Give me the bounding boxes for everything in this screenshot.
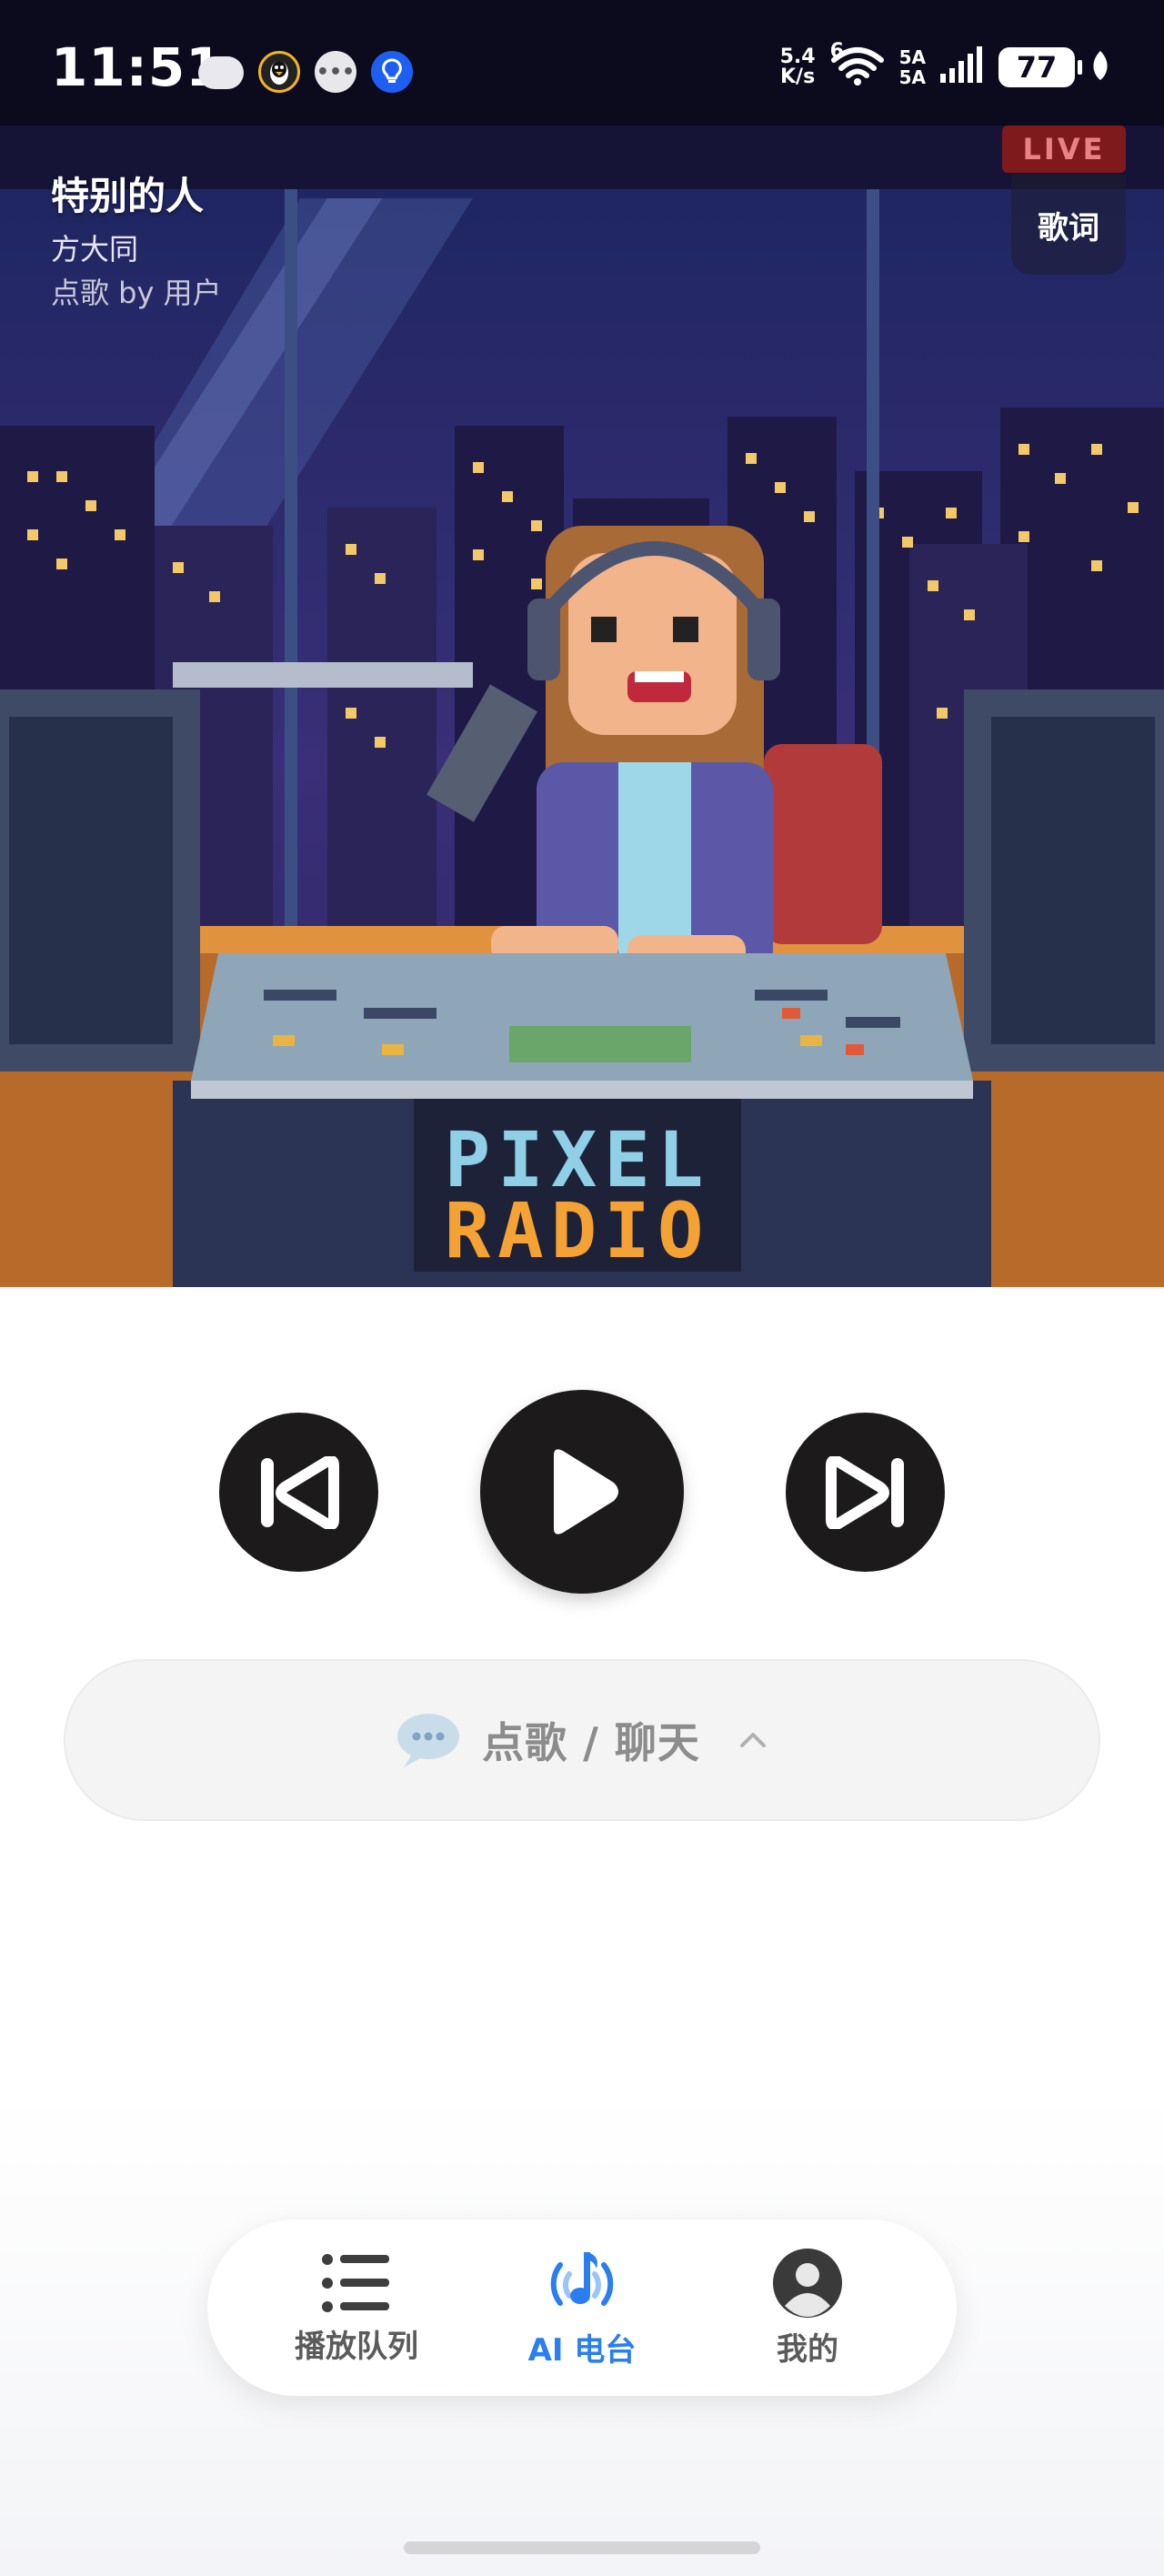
wifi-icon: 6 — [830, 40, 885, 89]
chat-bar-label: 点歌 / 聊天 — [482, 1718, 700, 1767]
network-speed: 5.4 K/s — [779, 45, 816, 88]
profile-icon — [773, 2248, 842, 2318]
network-type: 6 — [829, 40, 844, 63]
play-button[interactable] — [480, 1390, 684, 1594]
lyrics-button[interactable]: 歌词 — [1011, 175, 1126, 275]
skip-previous-icon — [260, 1455, 339, 1529]
radio-music-icon — [550, 2251, 614, 2306]
lightbulb-icon — [371, 51, 413, 93]
status-bar: 11:51 ••• 5.4 K/s 6 5A 5A 77 — [0, 0, 1164, 126]
nav-item-queue[interactable]: 播放队列 — [256, 2250, 457, 2366]
status-right: 5.4 K/s 6 5A 5A 77 — [779, 40, 1111, 89]
artwork-text-radio: RADIO — [445, 1186, 711, 1275]
weather-cloud-icon — [198, 56, 244, 89]
song-requester: 点歌 by 用户 — [51, 276, 222, 310]
song-title: 特别的人 — [51, 174, 205, 218]
chat-bubble-icon — [397, 1714, 460, 1767]
nav-label-queue: 播放队列 — [295, 2328, 418, 2365]
list-icon — [322, 2253, 389, 2312]
signal-icon — [940, 46, 984, 88]
wechat-icon: ••• — [315, 51, 356, 93]
previous-button[interactable] — [219, 1413, 378, 1572]
request-chat-bar[interactable]: 点歌 / 聊天 — [64, 1659, 1100, 1821]
skip-next-icon — [825, 1455, 904, 1529]
nav-item-profile[interactable]: 我的 — [707, 2248, 908, 2369]
notification-icons: ••• — [198, 51, 413, 93]
nav-item-ai-radio[interactable]: AI 电台 — [482, 2247, 682, 2370]
song-info: 特别的人 方大同 点歌 by 用户 — [51, 166, 222, 312]
home-indicator[interactable] — [404, 2541, 760, 2554]
nav-label-ai-radio: AI 电台 — [527, 2331, 637, 2369]
chevron-up-icon — [739, 1733, 766, 1747]
play-icon — [554, 1449, 618, 1535]
song-artist: 方大同 — [51, 232, 139, 267]
qq-penguin-icon — [258, 51, 300, 93]
sim-labels: 5A 5A — [898, 46, 926, 88]
leaf-icon — [1089, 49, 1111, 86]
nav-label-profile: 我的 — [777, 2330, 838, 2368]
live-badge: LIVE — [1002, 126, 1126, 173]
next-button[interactable] — [786, 1413, 945, 1572]
album-artwork: PIXEL RADIO 特别的人 方大同 点歌 by 用户 LIVE 歌词 — [0, 126, 1164, 1287]
playback-controls — [0, 1390, 1164, 1594]
bottom-navigation: 播放队列 AI 电台 我的 — [207, 2219, 957, 2396]
battery-icon: 77 — [998, 47, 1082, 87]
